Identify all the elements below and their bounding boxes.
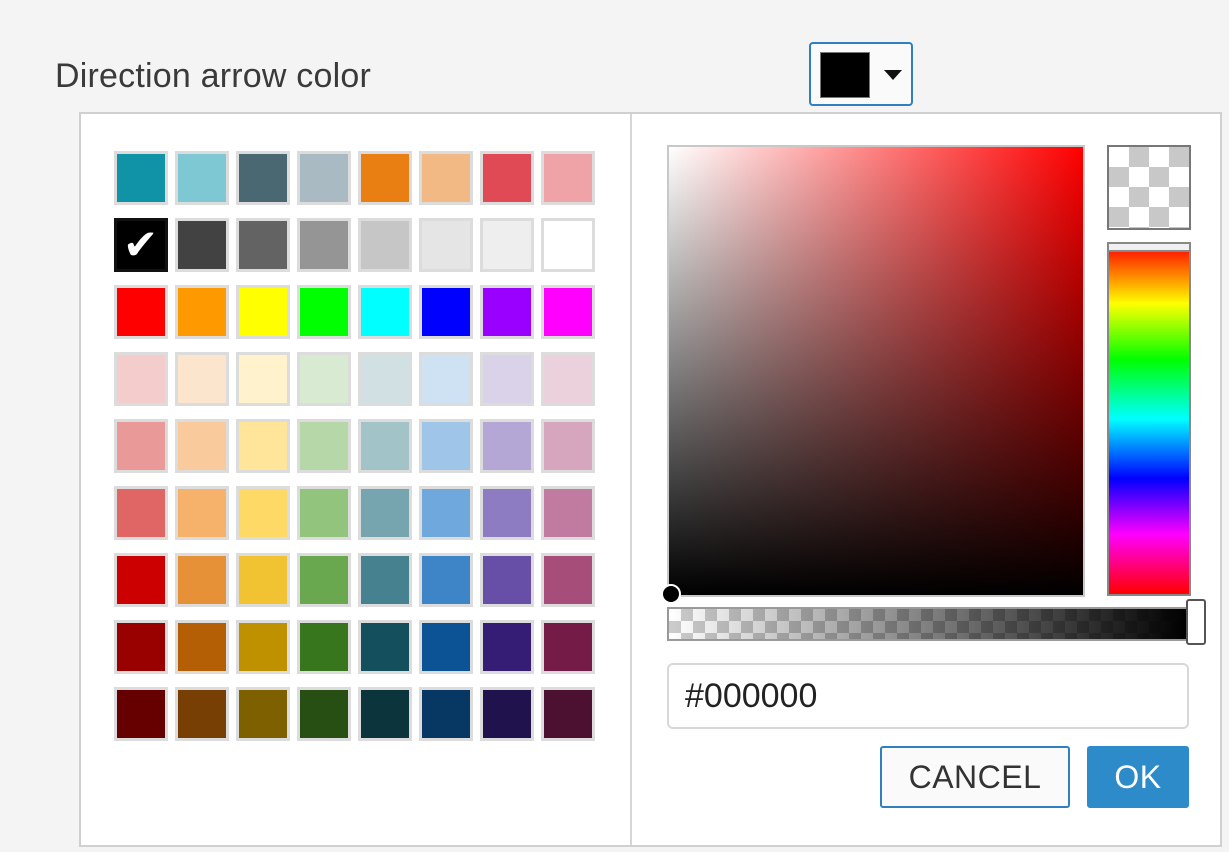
- palette-swatch[interactable]: [358, 419, 412, 473]
- palette-swatch[interactable]: [541, 419, 595, 473]
- palette-swatch[interactable]: [358, 352, 412, 406]
- palette-swatch[interactable]: [358, 218, 412, 272]
- palette-swatch[interactable]: [236, 218, 290, 272]
- palette-swatch[interactable]: [175, 285, 229, 339]
- palette-swatch[interactable]: [358, 553, 412, 607]
- saturation-value-area[interactable]: [661, 145, 1085, 604]
- palette-swatch[interactable]: [541, 620, 595, 674]
- palette-swatch[interactable]: [297, 352, 351, 406]
- palette-swatch[interactable]: [419, 419, 473, 473]
- palette-swatch[interactable]: [297, 620, 351, 674]
- palette-swatch[interactable]: [114, 553, 168, 607]
- palette-swatch[interactable]: [419, 486, 473, 540]
- palette-swatch[interactable]: [236, 687, 290, 741]
- palette-swatch[interactable]: [175, 486, 229, 540]
- palette-swatch[interactable]: [236, 285, 290, 339]
- palette-swatch[interactable]: [358, 486, 412, 540]
- alpha-slider[interactable]: [667, 607, 1189, 641]
- palette-swatch[interactable]: [175, 553, 229, 607]
- palette-swatch[interactable]: [236, 419, 290, 473]
- hue-slider-handle[interactable]: [1107, 242, 1191, 252]
- palette-swatch[interactable]: [419, 687, 473, 741]
- palette-swatch[interactable]: [236, 352, 290, 406]
- palette-swatch[interactable]: [175, 620, 229, 674]
- cancel-button[interactable]: CANCEL: [880, 746, 1070, 808]
- check-icon: ✔: [123, 220, 159, 269]
- palette-swatch[interactable]: [541, 285, 595, 339]
- palette-swatch[interactable]: [480, 687, 534, 741]
- palette-swatch[interactable]: [358, 285, 412, 339]
- palette-swatch[interactable]: [419, 553, 473, 607]
- palette-swatch[interactable]: [541, 687, 595, 741]
- palette-swatch[interactable]: [480, 419, 534, 473]
- hue-slider[interactable]: [1107, 242, 1191, 596]
- palette-swatch[interactable]: [114, 151, 168, 205]
- palette-swatch[interactable]: [236, 553, 290, 607]
- palette-swatch[interactable]: [114, 486, 168, 540]
- transparency-preview: [1107, 145, 1191, 230]
- palette-swatch[interactable]: [114, 352, 168, 406]
- palette-swatch[interactable]: [480, 486, 534, 540]
- alpha-slider-handle[interactable]: [1186, 599, 1206, 645]
- panel-divider: [630, 114, 632, 845]
- palette-swatch[interactable]: [297, 151, 351, 205]
- current-color-swatch: [820, 52, 870, 98]
- palette-swatch[interactable]: ✔: [114, 218, 168, 272]
- palette-swatch[interactable]: [419, 352, 473, 406]
- direction-arrow-color-label: Direction arrow color: [55, 57, 371, 95]
- palette-swatch[interactable]: [236, 620, 290, 674]
- palette-swatch[interactable]: [175, 218, 229, 272]
- palette-swatch[interactable]: [297, 553, 351, 607]
- palette-swatch[interactable]: [358, 151, 412, 205]
- palette-swatch[interactable]: [297, 285, 351, 339]
- palette-swatch[interactable]: [297, 486, 351, 540]
- color-picker-popup: ✔ CANCEL OK: [79, 112, 1222, 847]
- palette-swatch[interactable]: [297, 218, 351, 272]
- palette-swatch[interactable]: [480, 285, 534, 339]
- palette-swatch[interactable]: [297, 687, 351, 741]
- palette-swatch[interactable]: [175, 687, 229, 741]
- palette-swatch[interactable]: [480, 151, 534, 205]
- palette-swatch[interactable]: [114, 285, 168, 339]
- ok-button[interactable]: OK: [1087, 746, 1189, 808]
- palette-swatch[interactable]: [358, 620, 412, 674]
- palette-swatch[interactable]: [419, 218, 473, 272]
- palette-swatch[interactable]: [541, 218, 595, 272]
- caret-down-icon: [884, 70, 902, 80]
- hex-color-input[interactable]: [667, 663, 1189, 729]
- saturation-value-handle[interactable]: [661, 584, 681, 604]
- palette-swatch[interactable]: [419, 151, 473, 205]
- palette-swatch[interactable]: [541, 151, 595, 205]
- palette-swatch[interactable]: [297, 419, 351, 473]
- palette-swatch[interactable]: [114, 419, 168, 473]
- palette-swatch[interactable]: [175, 419, 229, 473]
- palette-swatch[interactable]: [480, 620, 534, 674]
- palette-swatch[interactable]: [114, 620, 168, 674]
- palette-swatch[interactable]: [114, 687, 168, 741]
- palette-swatch[interactable]: [480, 553, 534, 607]
- palette-swatch[interactable]: [541, 553, 595, 607]
- palette-swatch[interactable]: [236, 151, 290, 205]
- palette-swatch[interactable]: [480, 352, 534, 406]
- palette-swatch[interactable]: [175, 352, 229, 406]
- palette-swatch[interactable]: [541, 486, 595, 540]
- palette-swatch[interactable]: [419, 285, 473, 339]
- palette-swatch[interactable]: [358, 687, 412, 741]
- palette-swatch[interactable]: [419, 620, 473, 674]
- color-dropdown-button[interactable]: [809, 42, 913, 106]
- palette-swatch[interactable]: [175, 151, 229, 205]
- palette-swatch[interactable]: [236, 486, 290, 540]
- palette-swatch[interactable]: [480, 218, 534, 272]
- palette-swatch[interactable]: [541, 352, 595, 406]
